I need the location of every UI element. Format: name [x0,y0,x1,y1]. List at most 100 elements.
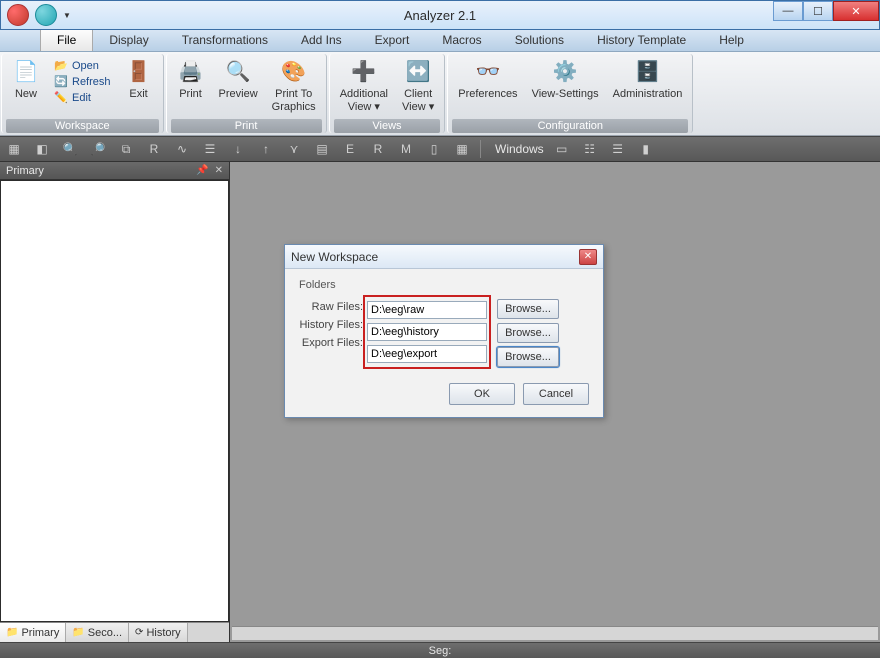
refresh-button[interactable]: 🔄 Refresh [50,74,115,89]
open-button[interactable]: 📂Open [50,58,115,73]
preferences-label: Preferences [458,88,517,101]
windows-label: Windows [495,142,544,156]
side-tab-secondary-label: Seco... [88,627,122,639]
window-maximize-button[interactable]: ☐ [803,1,833,21]
paint-icon: 🎨 [280,58,308,86]
new-button[interactable]: 📄 New [6,56,46,103]
panel-close-icon[interactable]: ✕ [215,165,223,176]
tool-down-icon[interactable]: ↓ [228,139,248,159]
app-title: Analyzer 2.1 [404,8,476,23]
win-tile-v-icon[interactable]: ☰ [608,139,628,159]
win-tile-h-icon[interactable]: ☷ [580,139,600,159]
browse-history-button[interactable]: Browse... [497,323,559,343]
additional-view-button[interactable]: ➕Additional View ▾ [334,56,394,116]
preferences-button[interactable]: 👓 Preferences [452,56,523,103]
ribbon-group-label-workspace: Workspace [6,119,159,133]
print-button[interactable]: 🖨️Print [171,56,211,103]
menu-file[interactable]: File [40,30,93,51]
tool-grid-icon[interactable]: ▤ [312,139,332,159]
tool-arrange[interactable]: ⧉ [116,139,136,159]
edit-button[interactable]: ✏️Edit [50,90,115,105]
refresh-icon: 🔄 [54,75,68,88]
administration-button[interactable]: 🗄️Administration [607,56,689,103]
folders-label: Folders [299,279,589,291]
main-area: Primary 📌 ✕ 📁Primary 📁Seco... ⟳History N… [0,162,880,642]
history-files-input[interactable] [367,323,487,341]
menu-help[interactable]: Help [703,30,761,51]
glasses-icon: 👓 [474,58,502,86]
tool-layout-icon[interactable]: ▯ [424,139,444,159]
side-tree[interactable] [0,180,229,622]
preview-label: Preview [219,88,258,101]
side-tabs: 📁Primary 📁Seco... ⟳History [0,622,229,642]
tool-grid2-icon[interactable]: ▦ [452,139,472,159]
preview-button[interactable]: 🔍Preview [213,56,264,103]
exit-button[interactable]: 🚪 Exit [119,56,159,103]
win-close-all-icon[interactable]: ▮ [636,139,656,159]
tool-wave-icon[interactable]: ∿ [172,139,192,159]
side-tab-history[interactable]: ⟳History [129,623,188,642]
folder-icon: 📁 [72,627,84,638]
win-cascade-icon[interactable]: ▭ [552,139,572,159]
window-minimize-button[interactable]: — [773,1,803,21]
refresh-globe-icon[interactable] [35,4,57,26]
menu-addins[interactable]: Add Ins [285,30,359,51]
side-panel: Primary 📌 ✕ 📁Primary 📁Seco... ⟳History [0,162,230,642]
tool-r-icon[interactable]: R [144,139,164,159]
tool-m-icon[interactable]: M [396,139,416,159]
side-tab-history-label: History [146,627,180,639]
tool-filter-icon[interactable]: ⋎ [284,139,304,159]
tool-stack-icon[interactable]: ☰ [200,139,220,159]
folder-icon: 📁 [6,627,18,638]
menu-macros[interactable]: Macros [426,30,498,51]
ribbon-group-print: 🖨️Print 🔍Preview 🎨Print To Graphics Prin… [166,54,327,133]
tool-1[interactable]: ▦ [4,139,24,159]
side-tab-primary[interactable]: 📁Primary [0,623,66,642]
arrows-icon: ↔️ [404,58,432,86]
tool-r2-icon[interactable]: R [368,139,388,159]
ribbon-group-label-configuration: Configuration [452,119,688,133]
tool-zoom-out[interactable]: 🔎 [88,139,108,159]
titlebar: ▼ Analyzer 2.1 — ☐ ✕ [0,0,880,30]
client-view-button[interactable]: ↔️Client View ▾ [396,56,440,116]
side-tab-primary-label: Primary [21,627,59,639]
menu-transformations[interactable]: Transformations [166,30,285,51]
menu-history-template[interactable]: History Template [581,30,703,51]
client-view-label: Client View ▾ [402,88,434,114]
export-files-input[interactable] [367,345,487,363]
browse-export-button[interactable]: Browse... [497,347,559,367]
app-logo-icon[interactable] [7,4,29,26]
window-close-button[interactable]: ✕ [833,1,879,21]
menu-export[interactable]: Export [359,30,427,51]
tool-e-icon[interactable]: E [340,139,360,159]
menu-display[interactable]: Display [93,30,165,51]
ribbon-group-configuration: 👓 Preferences ⚙️View-Settings 🗄️Administr… [447,54,693,133]
tool-2[interactable]: ◧ [32,139,52,159]
ribbon-group-workspace: 📄 New 📂Open 🔄 Refresh ✏️Edit 🚪 Exit Works… [1,54,164,133]
raw-files-label: Raw Files: [299,301,363,313]
tool-up-icon[interactable]: ↑ [256,139,276,159]
tool-zoom-in[interactable]: 🔍 [60,139,80,159]
side-tab-secondary[interactable]: 📁 Seco... [66,623,129,642]
ok-button[interactable]: OK [449,383,515,405]
menu-solutions[interactable]: Solutions [499,30,581,51]
dialog-titlebar[interactable]: New Workspace ✕ [285,245,603,269]
view-settings-button[interactable]: ⚙️View-Settings [526,56,605,103]
content-tabs-strip [232,626,878,640]
exit-door-icon: 🚪 [125,58,153,86]
app-menu-button[interactable] [0,30,40,51]
pin-icon[interactable]: 📌 [196,165,208,176]
print-to-graphics-button[interactable]: 🎨Print To Graphics [266,56,322,116]
browse-raw-button[interactable]: Browse... [497,299,559,319]
dialog-close-button[interactable]: ✕ [579,249,597,265]
ribbon-group-views: ➕Additional View ▾ ↔️Client View ▾ Views [329,54,446,133]
refresh-label: Refresh [72,76,111,88]
qat-dropdown-icon[interactable]: ▼ [63,11,71,20]
side-title: Primary [6,165,44,177]
side-header: Primary 📌 ✕ [0,162,229,180]
history-files-label: History Files: [299,319,363,331]
cancel-button[interactable]: Cancel [523,383,589,405]
raw-files-input[interactable] [367,301,487,319]
content-area: New Workspace ✕ Folders Raw Files: Histo… [230,162,880,642]
menu-bar: File Display Transformations Add Ins Exp… [0,30,880,52]
